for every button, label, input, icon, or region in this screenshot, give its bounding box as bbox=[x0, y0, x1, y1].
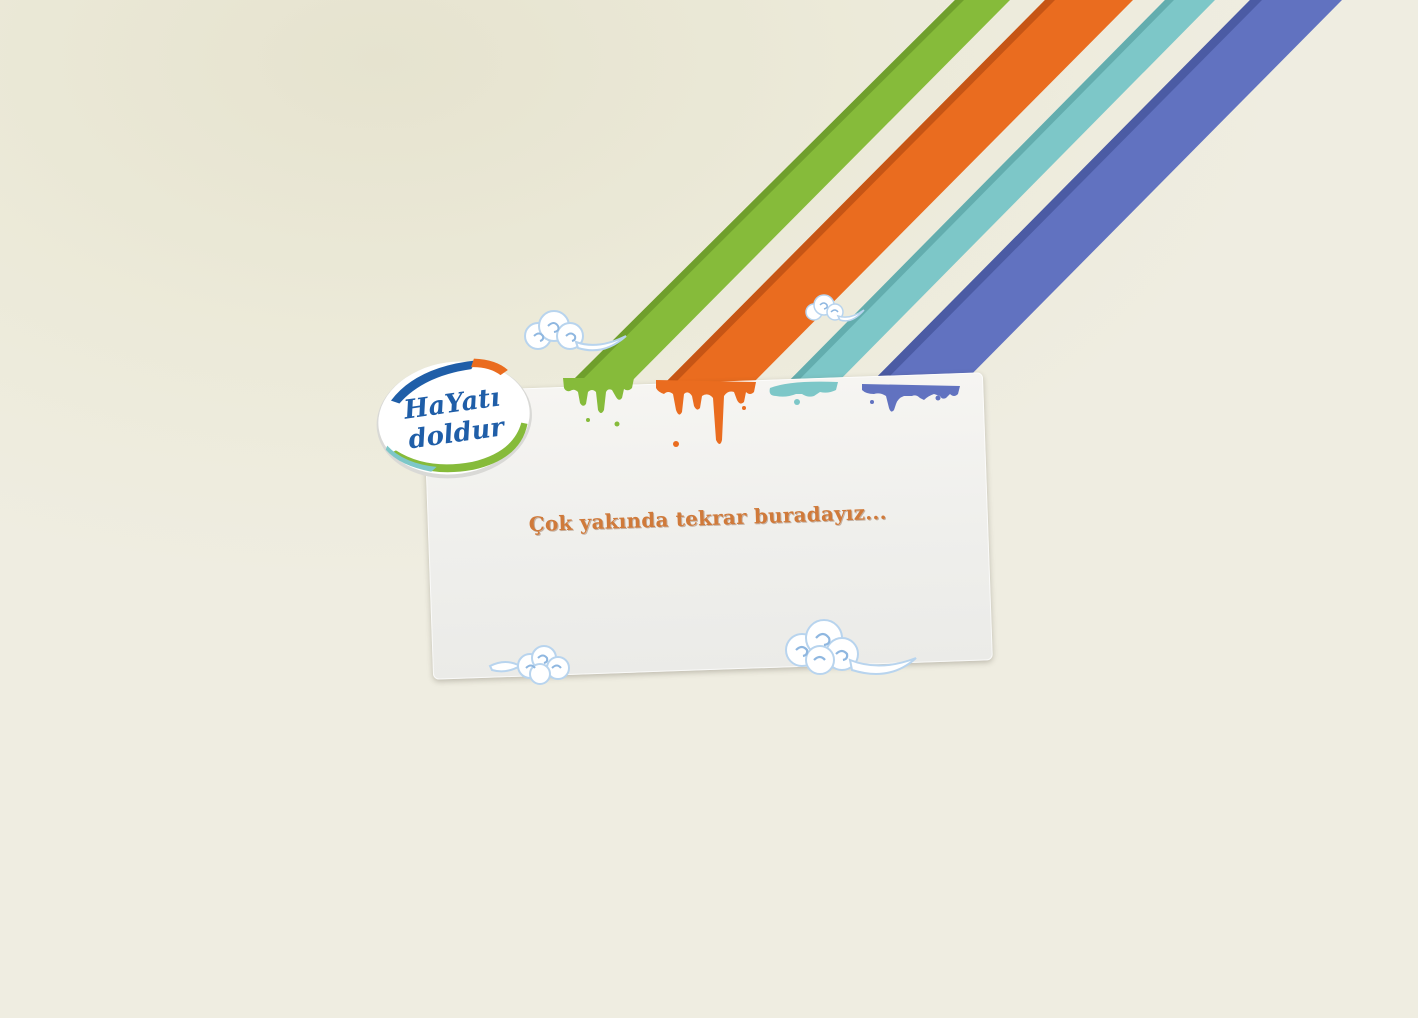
page-stage: Çok yakında tekrar buradayız... HaYatı d… bbox=[0, 0, 1418, 1018]
orange-drip bbox=[656, 380, 756, 447]
hayati-doldur-logo: HaYatı doldur bbox=[376, 358, 532, 479]
paint-drips bbox=[563, 378, 960, 447]
cloud-icon bbox=[524, 310, 627, 352]
cloud-icon bbox=[488, 645, 570, 685]
blue-drip bbox=[862, 384, 960, 412]
cloud-icon bbox=[785, 619, 917, 675]
cloud-icon bbox=[805, 294, 865, 322]
teal-drip bbox=[769, 381, 838, 405]
green-drip bbox=[563, 378, 634, 427]
